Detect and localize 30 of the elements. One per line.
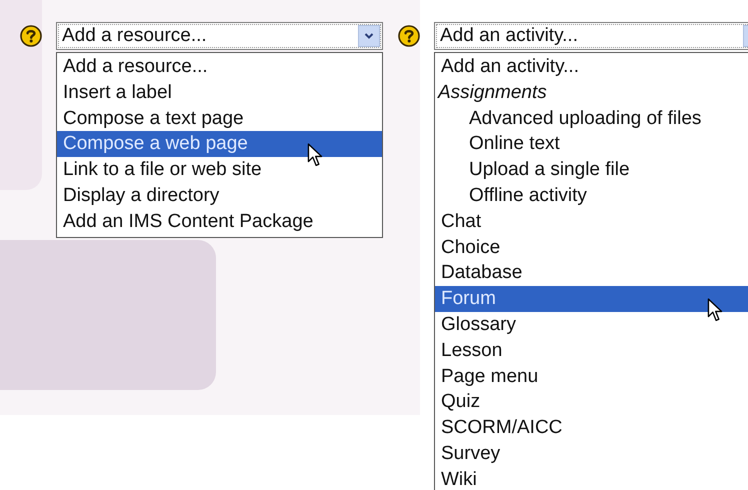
dropdown-option[interactable]: Insert a label [57, 80, 382, 106]
dropdown-option[interactable]: Add an IMS Content Package [57, 208, 382, 235]
dropdown-arrow-button[interactable] [358, 25, 380, 47]
dropdown-option[interactable]: Glossary [435, 312, 748, 338]
chevron-down-icon [364, 32, 374, 40]
dropdown-option[interactable]: Survey [435, 440, 748, 467]
dropdown-option[interactable]: Advanced uploading of files [435, 106, 748, 132]
dropdown-option[interactable]: Choice [435, 234, 748, 260]
dropdown-option[interactable]: Wiki [435, 466, 748, 490]
dropdown-option[interactable]: Upload a single file [435, 157, 748, 183]
dropdown-option[interactable]: Offline activity [435, 182, 748, 209]
dropdown-option[interactable]: Display a directory [57, 182, 382, 209]
dropdown-option[interactable]: Add a resource... [57, 54, 382, 80]
dropdown-option[interactable]: SCORM/AICC [435, 415, 748, 441]
dropdown-option[interactable]: Compose a text page [57, 106, 382, 132]
dropdown-option[interactable]: Database [435, 260, 748, 286]
dropdown-option[interactable]: Quiz [435, 389, 748, 416]
select-value: Add an activity... [439, 25, 579, 47]
dropdown-select[interactable]: Add an activity... [434, 22, 748, 50]
dropdown-option[interactable]: Lesson [435, 338, 748, 364]
option-group-label: Assignments [436, 80, 548, 105]
dropdown-select[interactable]: Add a resource... [56, 22, 383, 50]
mouse-pointer-icon [707, 298, 723, 322]
mouse-pointer-icon [307, 143, 323, 168]
select-value: Add a resource... [61, 25, 208, 47]
dropdown-option[interactable]: Page menu [435, 364, 748, 390]
dropdown-option[interactable]: Link to a file or web site [57, 157, 382, 183]
dropdown-option[interactable]: Online text [435, 131, 748, 158]
dropdown-option[interactable]: Chat [435, 208, 748, 235]
dropdown-option[interactable]: Add an activity... [435, 54, 748, 80]
